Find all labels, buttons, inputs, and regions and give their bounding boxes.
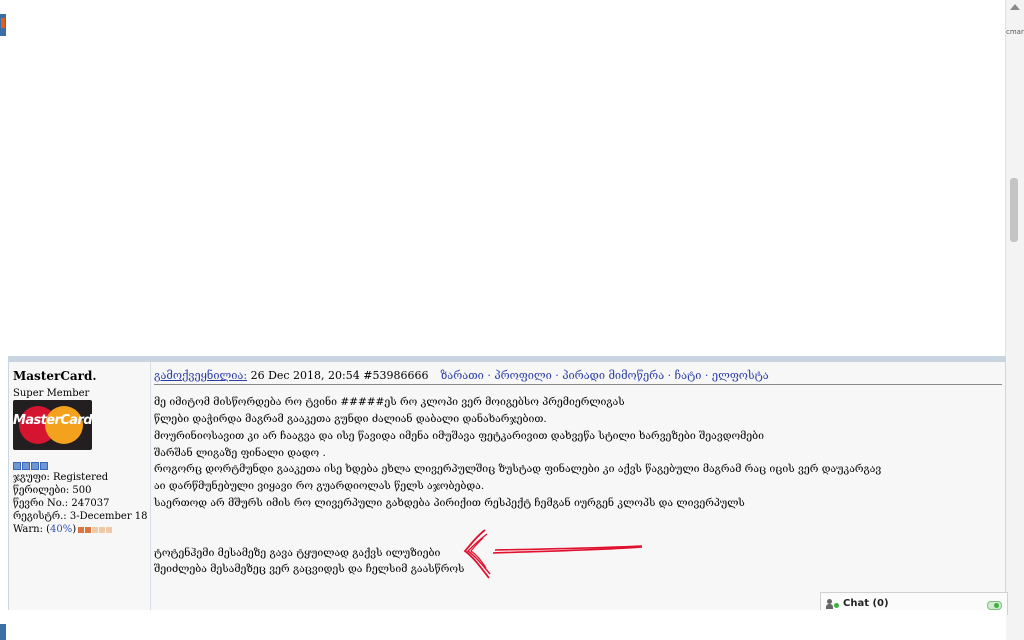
warn-pip-icon (99, 526, 106, 533)
chat-count: (0) (872, 598, 889, 609)
warn-pip-icon (106, 526, 113, 533)
warn-close: ) (72, 524, 77, 535)
post-text-line: აი დარწმუნებული ვიყავი რო გუარდიოლას წელ… (154, 480, 485, 492)
user-registered: რეგისტრ.: 3-December 18 (13, 511, 148, 522)
user-warn: Warn: (40%) (13, 524, 113, 535)
page-scrollbar[interactable]: cmarks (1005, 0, 1024, 640)
warn-level-bar (78, 526, 113, 533)
rank-pips (13, 462, 48, 470)
rank-pip-icon (31, 462, 39, 470)
warn-pip-icon (85, 526, 92, 533)
rank-pip-icon (13, 462, 21, 470)
scroll-thumb[interactable] (1010, 178, 1018, 242)
page-bottom-strip (0, 610, 1006, 640)
post-text-line: როგორც დორტმუნდი გააკეთა ისე ხდება ეხლა … (154, 463, 882, 475)
post-text-line: საერთოდ არ მშურს იმის რო ლივერპული გახდე… (154, 497, 745, 509)
tab-corner-icon (0, 14, 6, 36)
user-title: Super Member (13, 388, 90, 399)
post-text-line: წლები დაჭირდა მაგრამ გააკეთა გუნდი ძალია… (154, 413, 547, 425)
chat-title: Chat (843, 598, 869, 609)
warn-pip-icon (78, 526, 85, 533)
avatar[interactable]: MasterCard (13, 400, 92, 450)
post-text-line: შეიძლება მესამეზეც ვერ გაცვიდეს და ჩელსი… (154, 563, 465, 575)
post-text-line: მოურინიოსავით კი არ ჩააგვა და ისე წავიდა… (154, 430, 765, 442)
avatar-logo-text: MasterCard (13, 413, 92, 428)
scrollbar-label: cmarks (1006, 28, 1024, 36)
user-member-no: წევრი No.: 247037 (13, 498, 110, 509)
post-text-line: ტოტენჰემი მესამეზე გავა ტყუილად გაქვს ილ… (154, 547, 441, 559)
user-info-column: MasterCard. Super Member MasterCard ჯგუფ… (9, 362, 151, 611)
scroll-up-arrow-icon[interactable] (1010, 4, 1020, 10)
user-group: ჯგუფი: Registered (13, 472, 109, 483)
warn-pip-icon (92, 526, 99, 533)
post-date[interactable]: 26 Dec 2018, 20:54 #53986666 (247, 369, 429, 382)
rank-pip-icon (22, 462, 30, 470)
bottom-corner-icon (0, 624, 6, 640)
user-posts: წერილები: 500 (13, 485, 92, 496)
chat-label[interactable]: Chat (0) (843, 598, 889, 609)
post-text-line: შარშან ლიგაზე ფინალი დადო . (154, 447, 326, 459)
post-header: გამოქვეყნილია: 26 Dec 2018, 20:54 #53986… (154, 369, 769, 382)
online-dot-icon (834, 603, 839, 608)
posted-label: გამოქვეყნილია: (154, 369, 248, 382)
warn-percent[interactable]: 40% (50, 524, 72, 535)
username[interactable]: MasterCard. (13, 369, 97, 383)
chat-toggle-icon[interactable] (987, 601, 1002, 610)
rank-pip-icon (40, 462, 48, 470)
post-header-divider (154, 384, 1002, 385)
red-arrow-icon (463, 529, 643, 579)
post-text-line: მე იმიტომ მისწორდება რო ტვინი #####ეს რო… (154, 396, 625, 408)
warn-label: Warn: ( (13, 524, 51, 535)
post-action-links[interactable]: ზარათი · პროფილი · პირადი მიმოწერა · ჩატ… (440, 369, 768, 382)
